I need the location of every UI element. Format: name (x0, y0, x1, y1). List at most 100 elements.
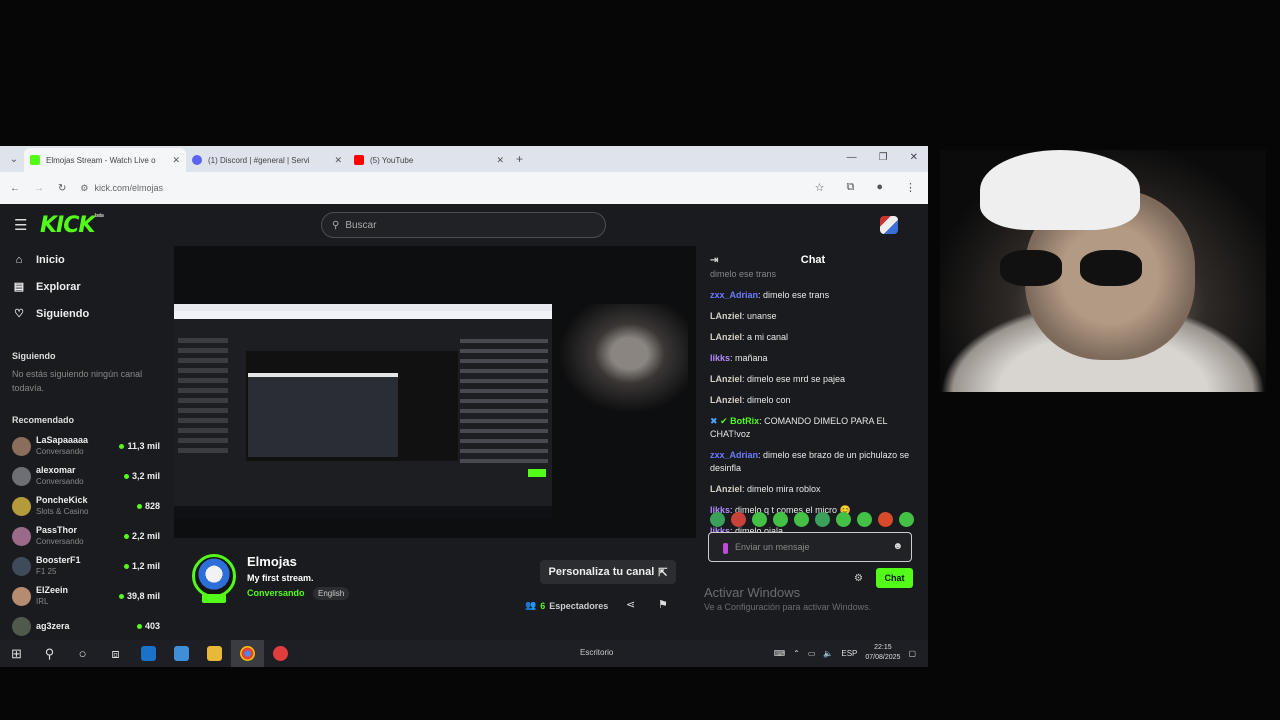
chat-message-input[interactable]: Enviar un mensaje ☻ (708, 532, 912, 562)
discord-favicon-icon (192, 155, 202, 165)
chat-username[interactable]: LAnziel (710, 332, 742, 342)
avatar (12, 526, 31, 546)
close-tab-icon[interactable]: ✕ (496, 155, 504, 166)
reload-icon[interactable]: ↻ (58, 183, 66, 194)
emote-icon[interactable] (857, 512, 872, 527)
start-windows-icon[interactable]: ⊞ (0, 640, 33, 667)
task-view-icon[interactable]: ⧈ (99, 640, 132, 667)
channel-category: Conversando (36, 537, 84, 546)
tab-youtube[interactable]: (5) YouTube ✕ (348, 148, 510, 172)
network-icon[interactable]: ▭ (808, 649, 816, 658)
recommended-channel[interactable]: BoosterF1 F1 25 1,2 mil (0, 551, 172, 581)
sidebar-item-siguiendo[interactable]: ♡ Siguiendo (0, 300, 172, 327)
home-icon: ⌂ (15, 253, 23, 266)
emote-icon[interactable] (752, 512, 767, 527)
channel-avatar[interactable] (192, 554, 236, 598)
url-field[interactable]: ⚙ kick.com/elmojas (80, 183, 163, 194)
tab-search-icon[interactable]: ⌄ (4, 154, 24, 165)
volume-icon[interactable]: 🔈 (823, 649, 833, 658)
store-icon[interactable] (165, 640, 198, 667)
user-settings-icon[interactable]: ⚑ (658, 598, 668, 611)
chat-username[interactable]: LAnziel (710, 484, 742, 494)
video-player[interactable] (174, 246, 696, 538)
close-tab-icon[interactable]: ✕ (334, 155, 342, 166)
sidebar-item-explorar[interactable]: ▤ Explorar (0, 273, 172, 300)
emote-icon[interactable] (878, 512, 893, 527)
minimize-icon[interactable]: — (847, 152, 857, 163)
chat-message: zxx_Adrian: dimelo ese trans (710, 289, 918, 302)
profile-icon[interactable]: ● (876, 181, 883, 194)
emote-icon[interactable] (836, 512, 851, 527)
channel-name[interactable]: Elmojas (247, 554, 297, 569)
avatar (12, 496, 31, 516)
chrome-icon[interactable] (231, 640, 264, 667)
sidebar-item-inicio[interactable]: ⌂ Inicio (0, 246, 172, 273)
recommended-channel[interactable]: PassThor Conversando 2,2 mil (0, 521, 172, 551)
recommended-channel[interactable]: ag3zera 403 (0, 611, 172, 641)
new-tab-button[interactable]: + (516, 152, 523, 166)
customize-label: Personaliza tu canal (548, 566, 655, 578)
language-tag[interactable]: English (313, 587, 350, 600)
search-icon[interactable]: ⚲ (33, 640, 66, 667)
recommended-channel[interactable]: LaSapaaaaa Conversando 11,3 mil (0, 431, 172, 461)
customize-channel-button[interactable]: Personaliza tu canal ⇱ (540, 560, 676, 584)
file-explorer-icon[interactable] (198, 640, 231, 667)
chat-username[interactable]: BotRix (730, 416, 759, 426)
recommended-channel[interactable]: ElZeein IRL 39,8 mil (0, 581, 172, 611)
kick-favicon-icon (30, 155, 40, 165)
forward-icon[interactable]: → (34, 183, 44, 194)
chat-settings-icon[interactable]: ⚙ (854, 573, 863, 584)
back-icon[interactable]: ← (10, 183, 20, 194)
viewer-count-text: 1,2 mil (131, 561, 160, 571)
desktop-toolbar-label[interactable]: Escritorio (580, 648, 613, 657)
following-heading: Siguiendo (12, 351, 56, 361)
chat-username[interactable]: zxx_Adrian (710, 290, 758, 300)
chevron-up-icon[interactable]: ⌃ (793, 649, 800, 658)
send-chat-button[interactable]: Chat (876, 568, 913, 588)
emote-icon[interactable] (731, 512, 746, 527)
viewer-count-text: 828 (144, 501, 160, 511)
cortana-icon[interactable]: ○ (66, 640, 99, 667)
emoji-picker-icon[interactable]: ☻ (892, 541, 903, 552)
collapse-chat-icon[interactable]: ⇥ (710, 255, 718, 266)
keyboard-icon[interactable]: ⌨ (774, 649, 786, 658)
maximize-icon[interactable]: ❐ (879, 152, 888, 163)
bookmark-star-icon[interactable]: ☆ (815, 181, 825, 194)
outlook-icon[interactable] (132, 640, 165, 667)
language-indicator[interactable]: ESP (841, 649, 857, 658)
share-icon[interactable]: ⋖ (626, 598, 635, 611)
close-window-icon[interactable]: ✕ (910, 152, 918, 163)
recommended-channel[interactable]: PoncheKick Slots & Casino 828 (0, 491, 172, 521)
chat-username[interactable]: zxx_Adrian (710, 450, 758, 460)
site-info-icon[interactable]: ⚙ (80, 183, 88, 194)
tab-kick[interactable]: Elmojas Stream - Watch Live o ✕ (24, 148, 186, 172)
obs-icon[interactable] (264, 640, 297, 667)
avatar (12, 616, 31, 636)
chat-username[interactable]: likks (710, 353, 730, 363)
extensions-icon[interactable]: ⧉ (846, 181, 854, 194)
chat-username[interactable]: LAnziel (710, 374, 742, 384)
recommended-channel[interactable]: alexomar Conversando 3,2 mil (0, 461, 172, 491)
tab-discord[interactable]: (1) Discord | #general | Servi ✕ (186, 148, 348, 172)
kick-logo[interactable]: KICKbeta (40, 213, 104, 238)
menu-dots-icon[interactable]: ⋮ (905, 181, 916, 194)
emote-icon[interactable] (773, 512, 788, 527)
search-input[interactable]: ⚲ Buscar (321, 212, 606, 238)
close-tab-icon[interactable]: ✕ (172, 155, 180, 166)
channel-name: alexomar (36, 465, 76, 475)
search-icon: ⚲ (332, 219, 340, 231)
viewer-count: 828 (136, 501, 160, 511)
emote-icon[interactable] (794, 512, 809, 527)
chat-username[interactable]: LAnziel (710, 311, 742, 321)
chat-username[interactable]: LAnziel (710, 395, 742, 405)
emote-icon[interactable] (710, 512, 725, 527)
stream-category[interactable]: Conversando (247, 588, 305, 598)
live-dot-icon (136, 503, 142, 509)
emote-icon[interactable] (815, 512, 830, 527)
user-avatar[interactable] (880, 216, 898, 234)
clock[interactable]: 22:15 07/08/2025 (865, 643, 900, 663)
menu-icon[interactable]: ☰ (14, 216, 40, 234)
emote-icon[interactable] (899, 512, 914, 527)
notifications-icon[interactable]: ▢ (908, 649, 916, 658)
channel-category: Conversando (36, 447, 84, 456)
